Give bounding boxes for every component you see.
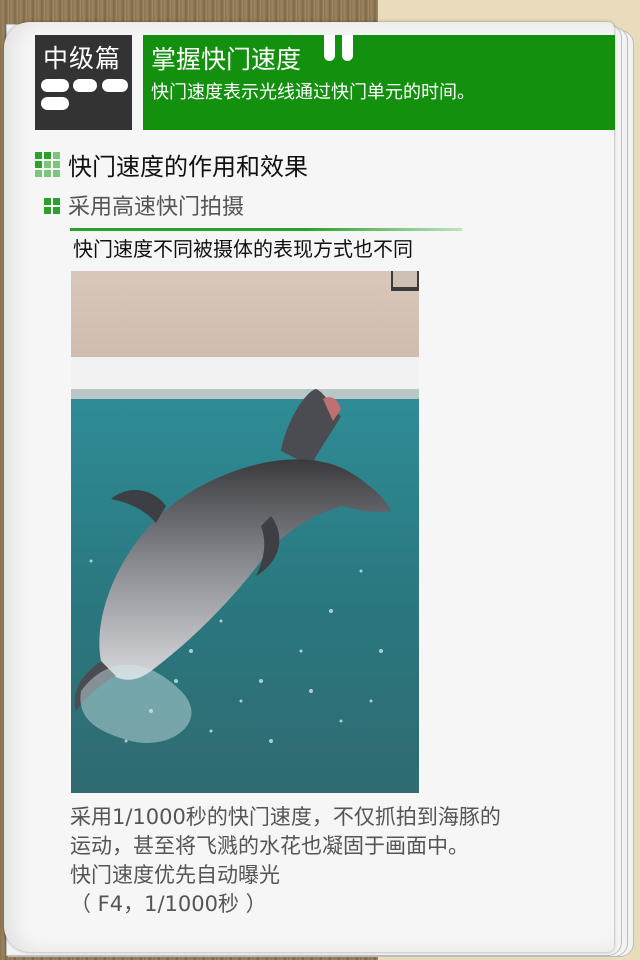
chapter-subtitle: 快门速度表示光线通过快门单元的时间。 (151, 82, 475, 103)
caption-line: 采用1/1000秒的快门速度，不仅抓拍到海豚的 (70, 805, 501, 829)
subsection-heading: 采用高速快门拍摄 (68, 195, 245, 220)
quote-mark-icon (324, 35, 335, 61)
caption-line: （ F4，1/1000秒 ） (70, 892, 267, 916)
level-pill-icon (41, 79, 69, 92)
level-label: 中级篇 (43, 44, 122, 73)
level-pill-icon (73, 79, 97, 92)
dolphin-photo (71, 271, 419, 793)
level-badge: 中级篇 (35, 35, 132, 130)
photo-caption: 采用1/1000秒的快门速度，不仅抓拍到海豚的 运动，甚至将飞溅的水花也凝固于画… (70, 803, 590, 919)
level-pill-icon (41, 97, 69, 110)
level-pill-icon (102, 79, 128, 92)
chapter-title: 掌握快门速度 (151, 45, 302, 74)
section-grid-icon (35, 152, 60, 177)
subsection-grid-icon (44, 198, 60, 214)
section-heading: 快门速度的作用和效果 (68, 153, 308, 181)
figure-title: 快门速度不同被摄体的表现方式也不同 (73, 237, 413, 261)
figure-rule (70, 228, 462, 231)
quote-mark-icon (342, 35, 353, 61)
caption-line: 运动，甚至将飞溅的水花也凝固于画面中。 (70, 834, 469, 858)
chapter-title-box: 掌握快门速度 快门速度表示光线通过快门单元的时间。 (143, 35, 615, 130)
caption-line: 快门速度优先自动曝光 (70, 863, 280, 887)
